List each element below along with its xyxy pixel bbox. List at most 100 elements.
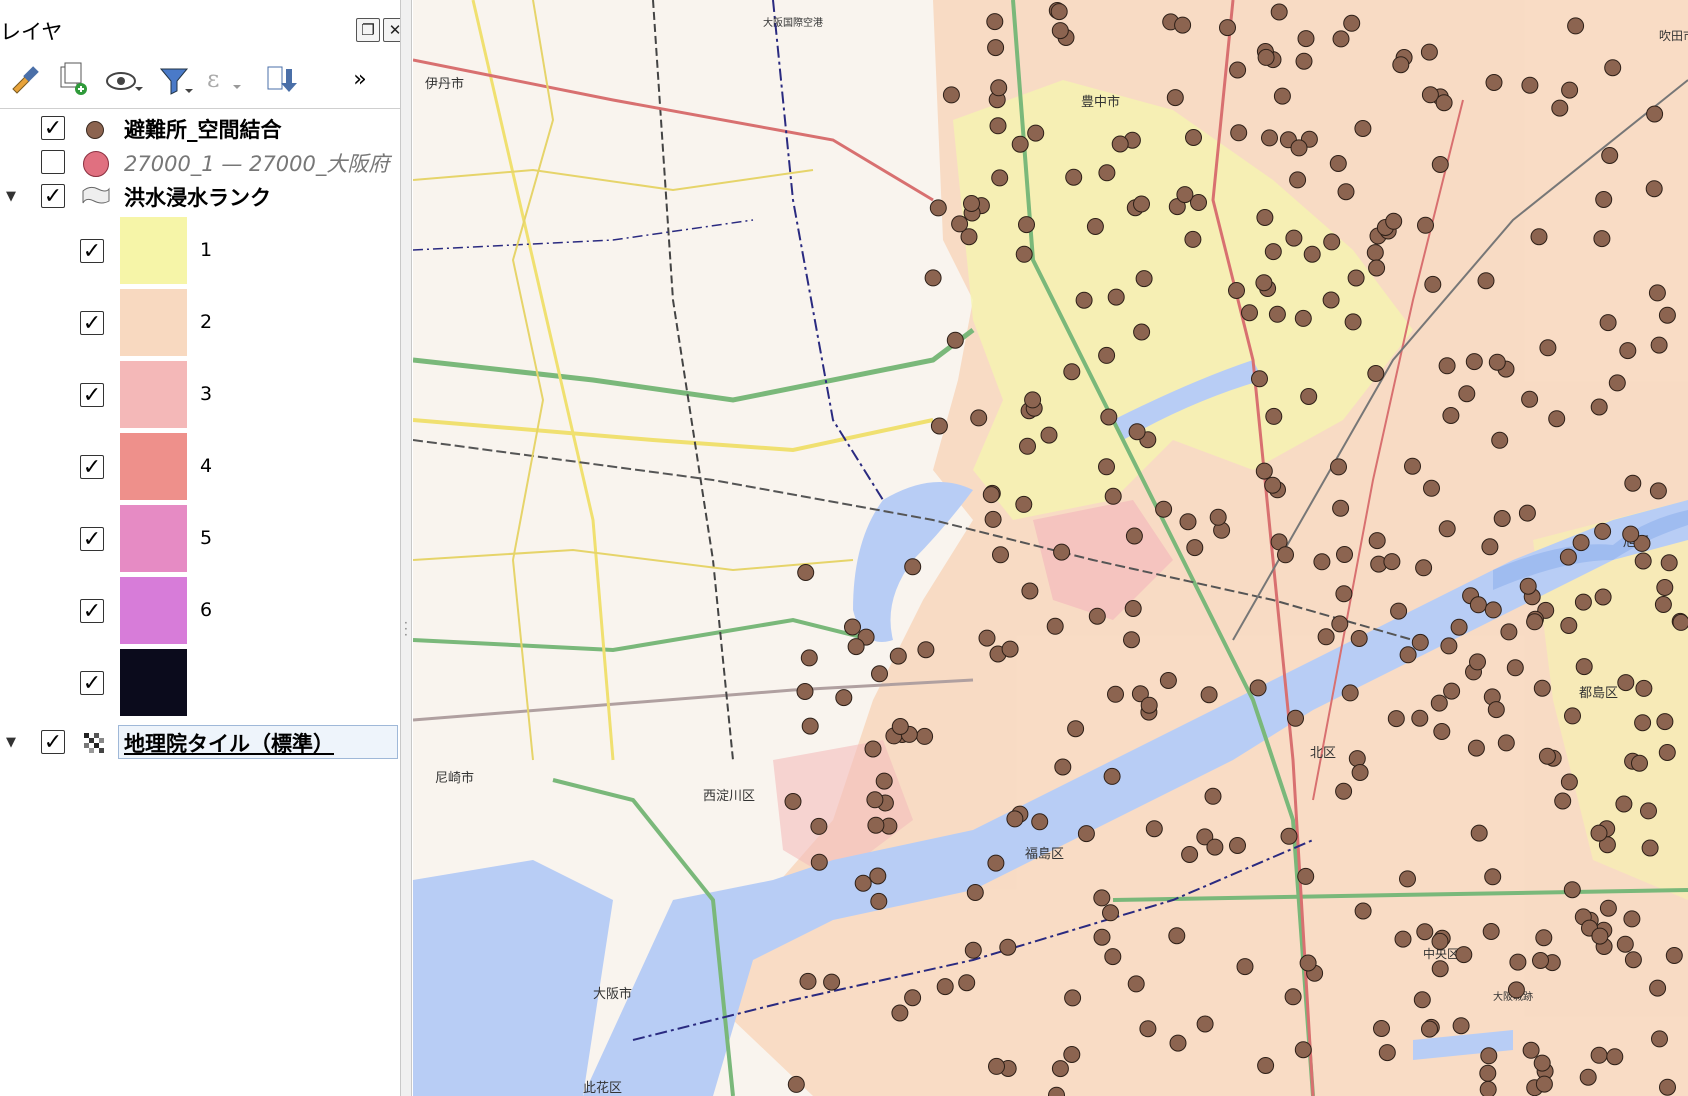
shelter-point <box>1594 588 1612 606</box>
shelter-point <box>1634 714 1652 732</box>
legend-item[interactable]: ✓ <box>0 647 400 717</box>
shelter-point <box>1140 696 1158 714</box>
shelter-point <box>1251 370 1268 388</box>
shelter-point <box>917 641 935 659</box>
shelter-point <box>1533 679 1551 697</box>
legend-checkbox[interactable]: ✓ <box>80 311 104 336</box>
shelter-point <box>1450 618 1468 636</box>
move-down-icon[interactable] <box>260 57 300 103</box>
legend-checkbox[interactable]: ✓ <box>80 527 104 552</box>
layer-visibility-checkbox[interactable] <box>41 150 65 174</box>
collapse-arrow-icon[interactable]: ▼ <box>6 189 16 204</box>
panel-splitter[interactable]: · · · <box>400 0 412 1096</box>
shelter-point <box>1265 407 1283 425</box>
shelter-point <box>1104 487 1122 505</box>
shelter-point <box>992 546 1009 564</box>
legend-checkbox[interactable]: ✓ <box>80 455 104 480</box>
shelter-point <box>1093 889 1111 907</box>
shelter-point <box>1354 120 1372 137</box>
legend-label: 1 <box>200 239 213 261</box>
shelter-point <box>929 199 947 217</box>
shelter-point <box>1264 243 1282 261</box>
layer-visibility-checkbox[interactable]: ✓ <box>41 116 65 141</box>
layer-row-osaka-points[interactable]: 27000_1 — 27000_大阪府 <box>0 145 400 179</box>
shelter-point <box>1606 1048 1624 1066</box>
legend-checkbox[interactable]: ✓ <box>80 599 104 624</box>
expand-arrow-icon[interactable]: ▼ <box>6 735 16 750</box>
shelter-point <box>1065 168 1083 186</box>
shelter-point <box>1479 1080 1497 1096</box>
shelter-point <box>916 727 934 745</box>
shelter-point <box>1230 124 1248 142</box>
shelter-point <box>1617 674 1635 692</box>
map-label-kita: 北区 <box>1310 746 1336 761</box>
shelter-point <box>1264 476 1282 494</box>
expression-filter-icon[interactable]: ε <box>203 57 243 103</box>
legend-item[interactable]: ✓ 2 <box>0 287 400 357</box>
map-label-miyakojima: 都島区 <box>1579 686 1618 701</box>
legend-item[interactable]: ✓ 4 <box>0 431 400 501</box>
shelter-point <box>1521 390 1539 408</box>
map-label-nishiyodogawa: 西淀川区 <box>703 789 755 804</box>
shelter-point <box>1086 218 1104 235</box>
legend-item[interactable]: ✓ 3 <box>0 359 400 429</box>
shelter-point <box>1551 99 1569 117</box>
layer-row-gsi-tiles[interactable]: ▼ ✓ 地理院タイル（標準） <box>0 725 400 759</box>
add-group-icon[interactable] <box>53 57 93 103</box>
shelter-point <box>1554 792 1572 810</box>
shelter-point <box>1560 773 1578 791</box>
legend-checkbox[interactable]: ✓ <box>80 239 104 264</box>
layer-visibility-checkbox[interactable]: ✓ <box>41 730 65 755</box>
shelter-point <box>1019 437 1036 455</box>
shelter-point <box>1204 787 1222 805</box>
shelter-point <box>1424 275 1442 293</box>
map-view[interactable]: 伊丹市 豊中市 吹田市 北区 西淀川区 旭区 都島区 福島区 中央区 尼崎市 大… <box>413 0 1688 1096</box>
legend-checkbox[interactable]: ✓ <box>80 671 104 696</box>
shelter-point <box>1075 291 1093 309</box>
shelter-point <box>1366 244 1384 262</box>
shelter-point <box>1634 552 1652 570</box>
shelter-point <box>1595 191 1613 208</box>
shelter-point <box>1219 19 1236 37</box>
shelter-point <box>1125 527 1143 545</box>
shelter-point <box>797 564 815 581</box>
shelter-point <box>1394 930 1412 948</box>
legend-item[interactable]: ✓ 1 <box>0 215 400 285</box>
shelter-point <box>1104 948 1122 966</box>
overflow-icon[interactable]: » <box>340 57 380 103</box>
shelter-point <box>1442 407 1460 424</box>
shelter-point <box>1185 129 1202 146</box>
shelter-point <box>1532 952 1549 969</box>
shelter-point <box>1559 548 1577 566</box>
shelter-point <box>1006 810 1024 828</box>
legend-item[interactable]: ✓ 5 <box>0 503 400 573</box>
visibility-eye-icon[interactable] <box>103 57 143 103</box>
shelter-point <box>1481 538 1499 556</box>
shelter-point <box>1098 458 1115 476</box>
shelter-point <box>1257 1057 1275 1074</box>
layer-visibility-checkbox[interactable]: ✓ <box>41 184 65 209</box>
style-brush-icon[interactable] <box>5 57 45 103</box>
map-canvas[interactable]: 伊丹市 豊中市 吹田市 北区 西淀川区 旭区 都島区 福島区 中央区 尼崎市 大… <box>413 0 1688 1096</box>
shelter-point <box>1124 600 1142 617</box>
layer-row-flood-rank[interactable]: ▼ ✓ 洪水浸水ランク <box>0 179 400 213</box>
legend-item[interactable]: ✓ 6 <box>0 575 400 645</box>
shelter-point <box>1507 981 1525 999</box>
layer-row-shelters[interactable]: ✓ 避難所_空間結合 <box>0 111 400 145</box>
shelter-point <box>835 689 853 707</box>
restore-icon[interactable]: ❐ <box>356 18 380 42</box>
shelter-point <box>942 86 960 104</box>
shelter-point <box>1420 43 1438 61</box>
shelter-point <box>1469 596 1487 614</box>
legend-checkbox[interactable]: ✓ <box>80 383 104 408</box>
shelter-point <box>1011 135 1029 153</box>
legend-swatch <box>120 433 187 500</box>
shelter-point <box>1438 520 1456 538</box>
shelter-point <box>796 683 814 700</box>
shelter-point <box>1417 216 1434 234</box>
shelter-point <box>1332 499 1350 517</box>
shelter-point <box>1431 932 1449 950</box>
shelter-point <box>1539 339 1557 357</box>
layers-toolbar: ε » <box>0 57 400 103</box>
filter-icon[interactable] <box>155 57 195 103</box>
